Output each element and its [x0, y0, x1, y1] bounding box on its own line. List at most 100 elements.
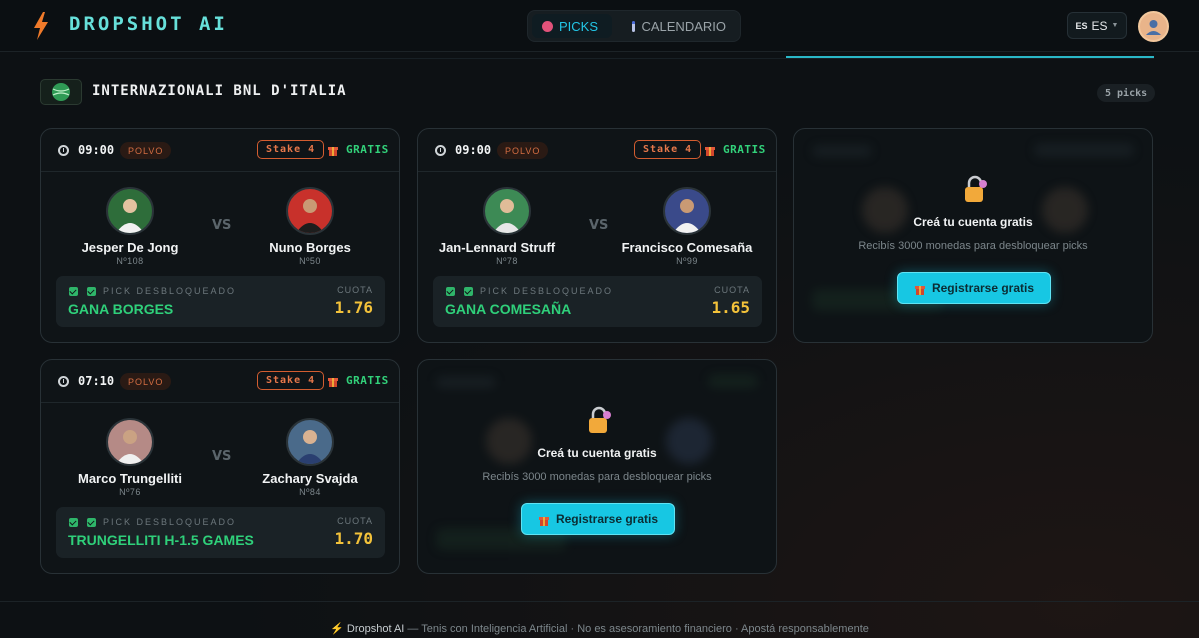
clock-icon: [58, 376, 69, 387]
pick-box: PICK DESBLOQUEADO TRUNGELLITI H-1.5 GAME…: [56, 507, 385, 558]
footer-text: — Tenis con Inteligencia Artificial · No…: [404, 623, 869, 635]
player-photo: [286, 187, 334, 235]
top-header: DROPSHOT AI PICKS CALENDARIO ES ES ▼: [0, 0, 1199, 52]
language-selector[interactable]: ES ES ▼: [1067, 12, 1127, 39]
surface-badge: POLVO: [497, 142, 549, 159]
tournament-title: INTERNAZIONALI BNL D'ITALIA: [92, 83, 347, 99]
locked-match-card: Creá tu cuenta gratis Recibís 3000 moned…: [417, 359, 777, 574]
player-name: Zachary Svajda: [262, 471, 358, 486]
vs-label: VS: [212, 449, 232, 464]
language-flag: ES: [1075, 20, 1088, 31]
player-name: Jesper De Jong: [81, 240, 179, 255]
match-card[interactable]: 09:00 POLVO Stake 4 GRATIS Jan-Lennard S…: [417, 128, 777, 343]
user-icon: [1146, 20, 1161, 35]
register-button-label: Registrarse gratis: [931, 281, 1035, 295]
check-icon: [69, 518, 78, 527]
tab-calendario-label: CALENDARIO: [641, 18, 726, 34]
match-time: 09:00: [78, 143, 115, 157]
app-logo[interactable]: DROPSHOT AI: [69, 13, 228, 35]
pick-status-label: PICK DESBLOQUEADO: [103, 517, 237, 527]
lock-icon: [589, 406, 611, 433]
player-name: Nuno Borges: [269, 240, 351, 255]
match-time: 07:10: [78, 374, 115, 388]
footer-brand: Dropshot AI: [346, 623, 405, 635]
pick-count-badge: 5 picks: [1097, 84, 1156, 102]
chevron-down-icon: ▼: [1111, 22, 1119, 29]
calendar-icon: [632, 20, 636, 32]
player-name: Marco Trungelliti: [77, 471, 182, 486]
signup-subtitle: Recibís 3000 monedas para desbloquear pi…: [482, 471, 712, 483]
check-icon: [69, 287, 78, 296]
register-button[interactable]: Registrarse gratis: [521, 503, 675, 535]
gift-icon: [914, 285, 925, 295]
lock-icon: [965, 175, 987, 202]
odds-label: CUOTA: [714, 285, 750, 295]
player-rank: Nº78: [496, 256, 518, 266]
gift-icon: [538, 516, 549, 526]
pick-status-label: PICK DESBLOQUEADO: [103, 286, 237, 296]
footer: ⚡ Dropshot AI — Tenis con Inteligencia A…: [0, 622, 1199, 635]
pick-result: TRUNGELLITI H-1.5 GAMES: [68, 532, 254, 548]
tennis-ball-icon: [52, 83, 70, 101]
user-avatar[interactable]: [1138, 11, 1169, 42]
signup-subtitle: Recibís 3000 monedas para desbloquear pi…: [858, 240, 1088, 252]
gift-icon: [328, 378, 338, 387]
odds-value: 1.70: [334, 529, 373, 548]
check-icon: [87, 518, 96, 527]
player-photo: [106, 187, 154, 235]
tournament-icon: [40, 79, 82, 105]
odds-value: 1.76: [334, 298, 373, 317]
player-rank: Nº108: [116, 256, 144, 266]
main-nav: PICKS CALENDARIO: [527, 10, 741, 42]
register-button-label: Registrarse gratis: [555, 512, 659, 526]
tab-calendario[interactable]: CALENDARIO: [622, 14, 736, 38]
bolt-logo-icon: [34, 12, 48, 40]
gift-icon: [328, 147, 338, 156]
pick-status-label: PICK DESBLOQUEADO: [480, 286, 614, 296]
match-card[interactable]: 09:00 POLVO Stake 4 GRATIS Jesper De Jon…: [40, 128, 400, 343]
tab-picks[interactable]: PICKS: [532, 14, 612, 38]
pick-result: GANA COMESAÑA: [445, 301, 572, 317]
player-rank: Nº99: [676, 256, 698, 266]
bolt-icon: ⚡: [330, 623, 344, 635]
player-rank: Nº84: [299, 487, 321, 497]
stake-badge: Stake 4: [257, 371, 325, 390]
pick-result: GANA BORGES: [68, 301, 174, 317]
locked-match-card: Creá tu cuenta gratis Recibís 3000 moned…: [793, 128, 1153, 343]
match-card-header: 07:10 POLVO Stake 4 GRATIS: [41, 360, 399, 403]
odds-label: CUOTA: [337, 285, 373, 295]
vs-label: VS: [212, 218, 232, 233]
free-label: GRATIS: [346, 143, 389, 156]
free-label: GRATIS: [723, 143, 766, 156]
player-photo: [663, 187, 711, 235]
section-divider: [40, 58, 1154, 59]
surface-badge: POLVO: [120, 142, 172, 159]
blurred-preview: [794, 129, 1152, 342]
stake-badge: Stake 4: [634, 140, 702, 159]
match-card-header: 09:00 POLVO Stake 4 GRATIS: [418, 129, 776, 172]
vs-label: VS: [589, 218, 609, 233]
clock-icon: [435, 145, 446, 156]
surface-badge: POLVO: [120, 373, 172, 390]
gift-icon: [705, 147, 715, 156]
free-label: GRATIS: [346, 374, 389, 387]
clock-icon: [58, 145, 69, 156]
player-photo: [483, 187, 531, 235]
register-button[interactable]: Registrarse gratis: [897, 272, 1051, 304]
player-rank: Nº76: [119, 487, 141, 497]
tab-picks-label: PICKS: [559, 18, 599, 34]
player-rank: Nº50: [299, 256, 321, 266]
odds-label: CUOTA: [337, 516, 373, 526]
pick-box: PICK DESBLOQUEADO GANA BORGES CUOTA 1.76: [56, 276, 385, 327]
pick-box: PICK DESBLOQUEADO GANA COMESAÑA CUOTA 1.…: [433, 276, 762, 327]
stake-badge: Stake 4: [257, 140, 325, 159]
target-icon: [542, 20, 553, 32]
player-name: Jan-Lennard Struff: [438, 240, 556, 255]
player-name: Francisco Comesaña: [621, 240, 753, 255]
match-card[interactable]: 07:10 POLVO Stake 4 GRATIS Marco Trungel…: [40, 359, 400, 574]
odds-value: 1.65: [711, 298, 750, 317]
match-time: 09:00: [455, 143, 492, 157]
footer-divider: [0, 601, 1199, 602]
blurred-preview: [418, 360, 776, 573]
active-indicator-line: [786, 56, 1154, 58]
